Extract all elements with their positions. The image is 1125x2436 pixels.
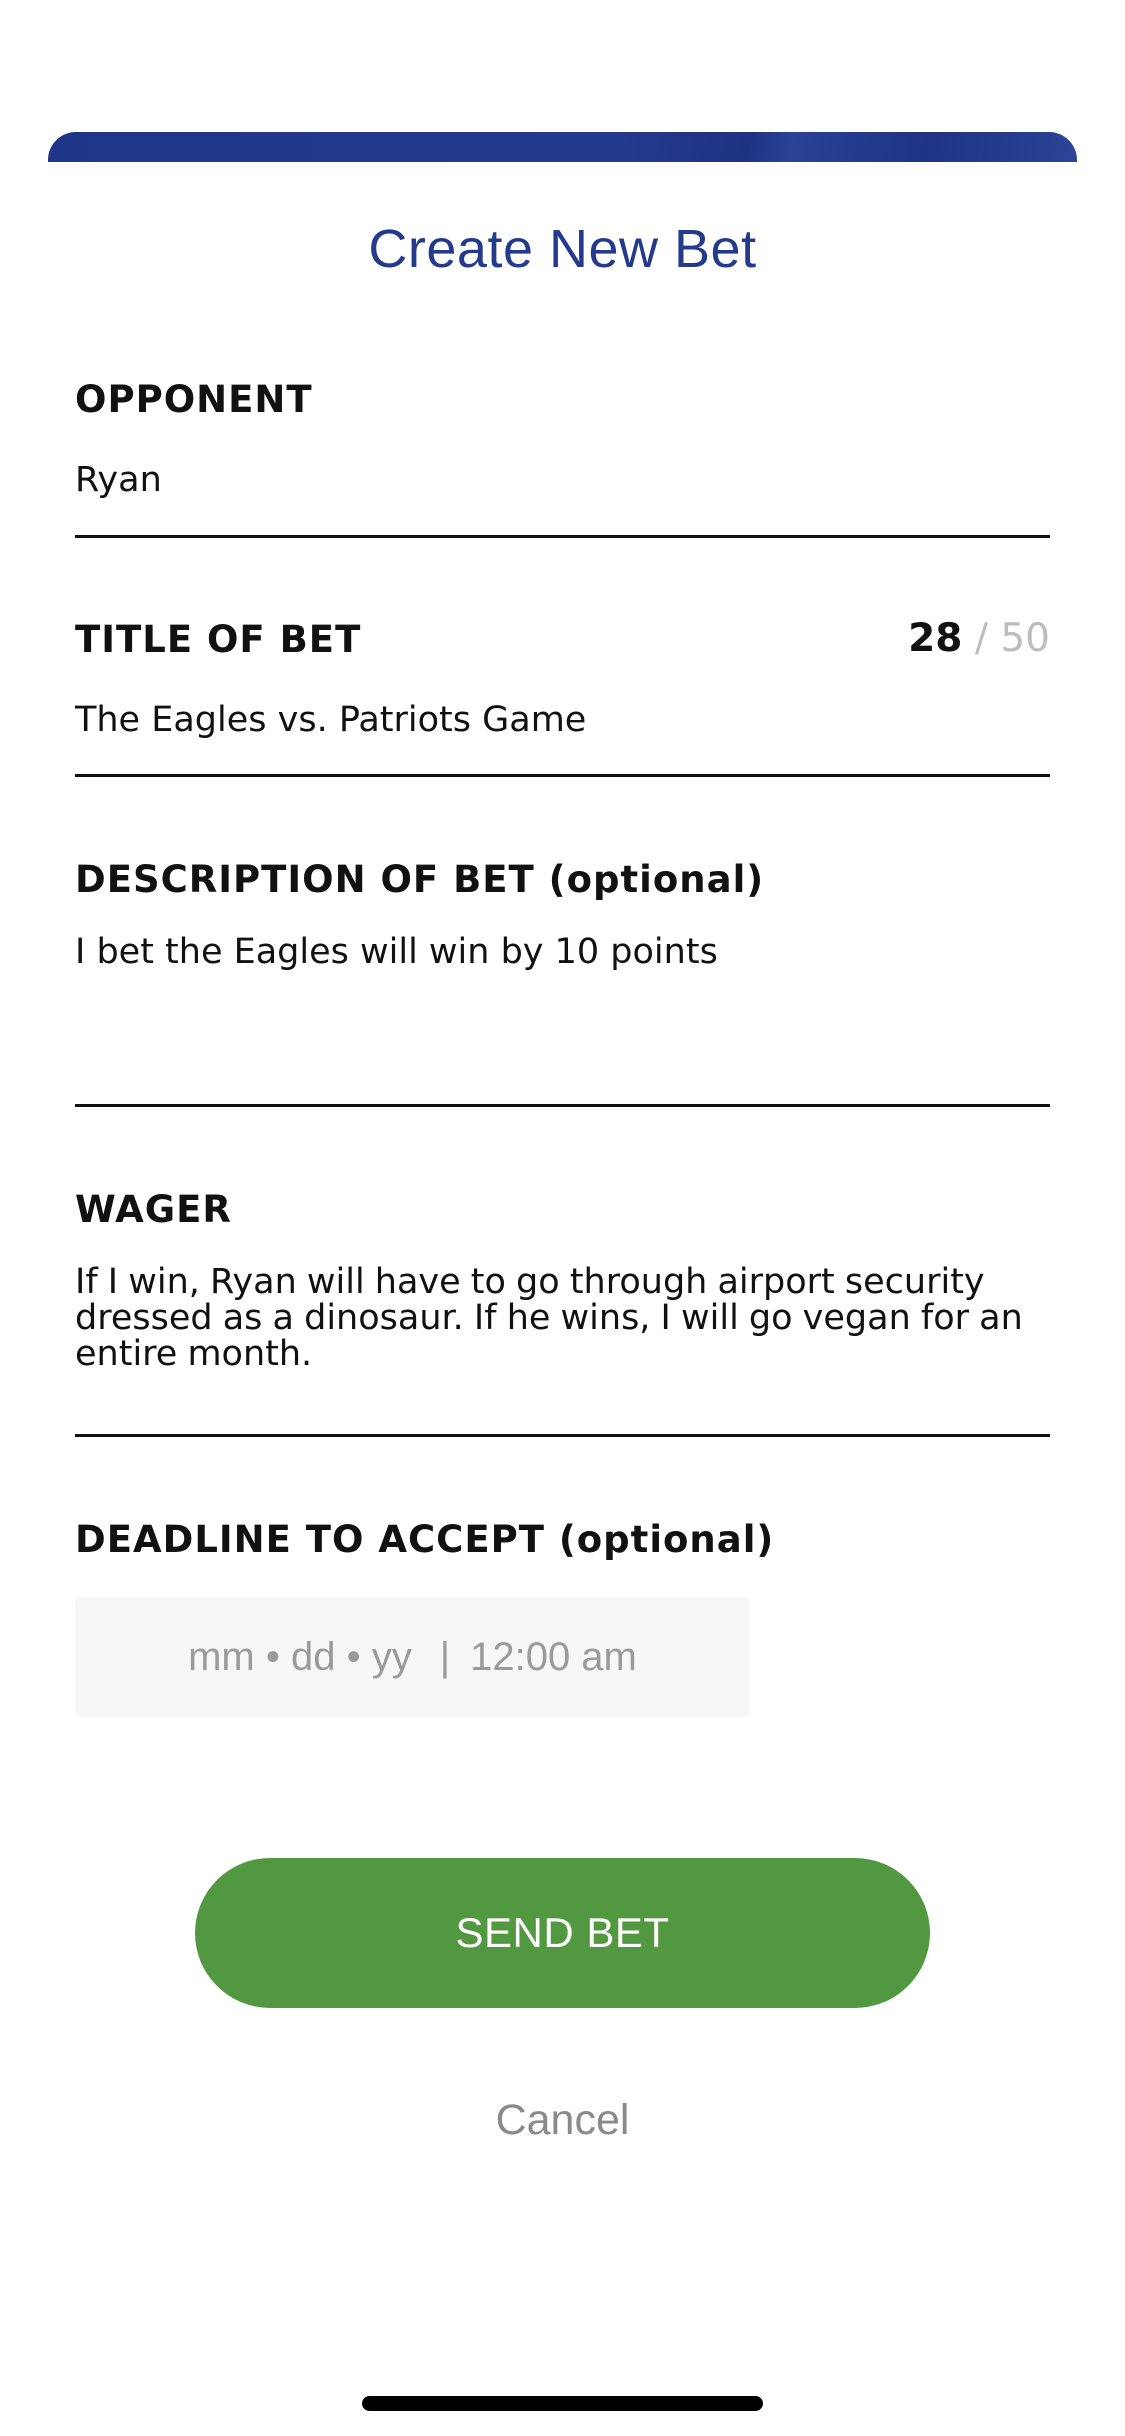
cancel-button[interactable]: Cancel (0, 2096, 1125, 2145)
title-char-count: 28 (908, 616, 963, 661)
modal-header-bar (48, 132, 1077, 162)
send-bet-label: SEND BET (455, 1909, 670, 1956)
opponent-input[interactable]: Ryan (75, 460, 162, 500)
description-label: DESCRIPTION OF BET (optional) (75, 858, 765, 901)
opponent-label: OPPONENT (75, 378, 313, 421)
wager-input[interactable]: If I win, Ryan will have to go through a… (75, 1264, 1065, 1372)
description-underline (75, 1104, 1050, 1107)
title-of-bet-underline (75, 774, 1050, 777)
deadline-separator: | (439, 1634, 451, 1679)
title-char-limit: / 50 (974, 616, 1050, 661)
home-indicator[interactable] (362, 2396, 763, 2411)
send-bet-button[interactable]: SEND BET (195, 1858, 930, 2008)
modal-title: Create New Bet (368, 219, 757, 279)
opponent-underline (75, 535, 1050, 538)
deadline-time-placeholder: 12:00 am (470, 1634, 637, 1679)
deadline-label: DEADLINE TO ACCEPT (optional) (75, 1518, 775, 1561)
deadline-datetime-field[interactable]: mm • dd • yy | 12:00 am (75, 1597, 750, 1717)
description-input[interactable]: I bet the Eagles will win by 10 points (75, 932, 718, 972)
title-of-bet-label: TITLE OF BET (75, 618, 362, 661)
wager-label: WAGER (75, 1188, 232, 1231)
wager-underline (75, 1434, 1050, 1437)
title-of-bet-input[interactable]: The Eagles vs. Patriots Game (75, 700, 586, 740)
title-char-counter: 28 / 50 (908, 616, 1050, 661)
deadline-date-placeholder: mm • dd • yy (188, 1634, 412, 1679)
